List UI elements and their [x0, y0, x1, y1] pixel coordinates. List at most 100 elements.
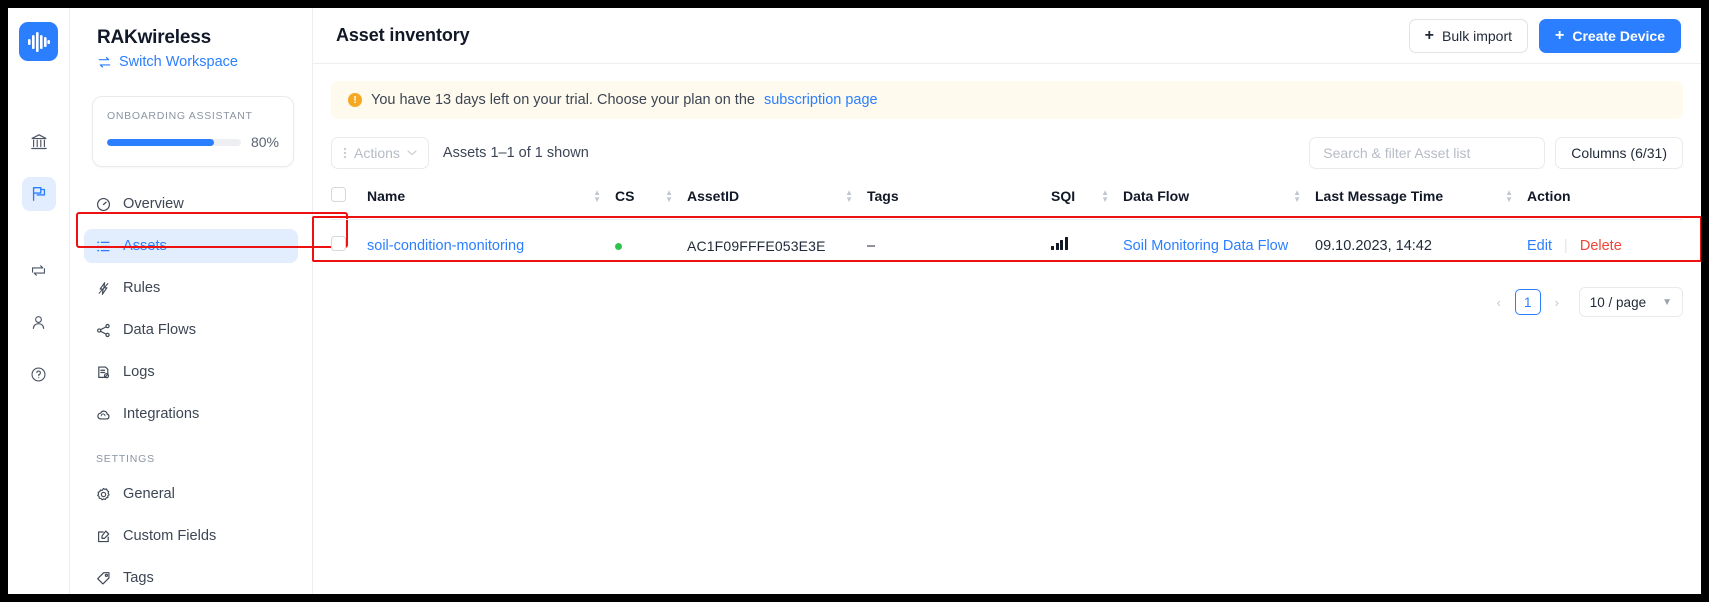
sidebar-item-integrations[interactable]: Integrations	[84, 397, 298, 431]
sidebar-item-general[interactable]: General	[84, 477, 298, 511]
sidebar-item-label: Custom Fields	[123, 528, 217, 544]
sidebar-item-label: General	[123, 486, 175, 502]
onboarding-progress-fill	[107, 138, 215, 146]
cell-last-message-time: 09.10.2023, 14:42	[1315, 237, 1432, 254]
flag-icon	[30, 185, 48, 203]
chevron-down-icon: ▼	[1662, 296, 1672, 308]
swap-arrows-icon	[97, 55, 112, 70]
assets-table: Name ▲ ▼ CS ▲ ▼ AssetID ▲ ▼ Tags SQI ▲ ▼…	[331, 179, 1683, 271]
sidebar-nav: Overview Assets Rules Data Flows Logs In…	[70, 187, 312, 594]
main-content: Asset inventory + Bulk import + Create D…	[312, 8, 1701, 594]
rail-item-help[interactable]	[22, 357, 56, 391]
sidebar: RAKwireless Switch Workspace ONBOARDING …	[70, 8, 348, 594]
checkbox-icon[interactable]	[331, 236, 346, 251]
onboarding-assistant-card[interactable]: ONBOARDING ASSISTANT 80%	[92, 96, 294, 167]
cell-sqi	[1051, 220, 1123, 272]
page-number-1[interactable]: 1	[1514, 289, 1541, 315]
bulk-import-label: Bulk import	[1442, 27, 1513, 44]
select-all-header[interactable]	[331, 179, 367, 220]
sort-arrows-icon[interactable]: ▲ ▼	[1101, 189, 1123, 204]
sidebar-section-settings: SETTINGS	[96, 453, 155, 465]
col-cs-label: CS	[615, 188, 635, 204]
col-assetid[interactable]: AssetID ▲ ▼	[687, 179, 867, 220]
sidebar-item-data-flows[interactable]: Data Flows	[84, 313, 298, 347]
col-action: Action	[1527, 179, 1683, 220]
row-checkbox-cell[interactable]	[331, 220, 367, 272]
sidebar-item-label: Overview	[123, 196, 184, 212]
chevron-down-icon	[407, 150, 417, 156]
page-header: Asset inventory + Bulk import + Create D…	[313, 8, 1701, 64]
edit-link[interactable]: Edit	[1527, 238, 1552, 254]
cloud-icon	[95, 407, 112, 422]
col-data-flow[interactable]: Data Flow ▲ ▼	[1123, 179, 1315, 220]
gauge-icon	[95, 197, 112, 212]
sort-arrows-icon[interactable]: ▲ ▼	[593, 189, 615, 204]
chevron-left-icon[interactable]: ‹	[1491, 295, 1507, 310]
kebab-menu-icon	[343, 146, 347, 160]
sidebar-item-custom-fields[interactable]: Custom Fields	[84, 519, 298, 553]
create-device-label: Create Device	[1572, 27, 1665, 44]
tag-icon	[95, 571, 112, 586]
table-header-row: Name ▲ ▼ CS ▲ ▼ AssetID ▲ ▼ Tags SQI ▲ ▼…	[331, 179, 1683, 220]
sort-arrows-icon[interactable]: ▲ ▼	[1505, 189, 1527, 204]
col-sqi[interactable]: SQI ▲ ▼	[1051, 179, 1123, 220]
asset-name-link[interactable]: soil-condition-monitoring	[367, 238, 524, 254]
app-logo-icon[interactable]	[19, 22, 58, 61]
log-file-icon	[95, 365, 112, 380]
col-sqi-label: SQI	[1051, 188, 1076, 204]
chevron-right-icon[interactable]: ›	[1549, 295, 1565, 310]
search-input[interactable]	[1309, 137, 1546, 169]
page-title: Asset inventory	[336, 25, 470, 45]
checkbox-icon[interactable]	[331, 187, 346, 202]
rail-item-organization[interactable]	[22, 125, 56, 159]
actions-dropdown-button[interactable]: Actions	[331, 137, 429, 169]
col-name[interactable]: Name ▲ ▼	[367, 179, 615, 220]
data-flow-link[interactable]: Soil Monitoring Data Flow	[1123, 238, 1288, 254]
actions-label: Actions	[354, 145, 400, 161]
col-tags[interactable]: Tags	[867, 179, 1051, 220]
page-size-selector[interactable]: 10 / page ▼	[1578, 287, 1683, 317]
list-icon	[95, 239, 112, 254]
onboarding-label: ONBOARDING ASSISTANT	[107, 110, 253, 122]
create-device-button[interactable]: + Create Device	[1539, 18, 1681, 53]
plus-icon: +	[1424, 26, 1434, 44]
cell-data-flow[interactable]: Soil Monitoring Data Flow	[1123, 220, 1315, 272]
onboarding-progress-bar	[107, 138, 241, 146]
columns-label: Columns (6/31)	[1571, 145, 1667, 161]
sidebar-item-assets[interactable]: Assets	[84, 229, 298, 263]
sort-arrows-icon[interactable]: ▲ ▼	[1293, 189, 1315, 204]
sort-arrows-icon[interactable]: ▲ ▼	[665, 189, 687, 204]
sidebar-item-rules[interactable]: Rules	[84, 271, 298, 305]
col-last-message-time[interactable]: Last Message Time ▲ ▼	[1315, 179, 1527, 220]
assets-table-wrapper: Name ▲ ▼ CS ▲ ▼ AssetID ▲ ▼ Tags SQI ▲ ▼…	[312, 179, 1701, 271]
plus-icon: +	[1555, 26, 1565, 44]
rail-item-workspace[interactable]	[21, 177, 56, 211]
sidebar-item-label: Data Flows	[123, 322, 196, 338]
onboarding-percent: 80%	[250, 134, 279, 150]
columns-button[interactable]: Columns (6/31)	[1555, 137, 1683, 169]
delete-link[interactable]: Delete	[1580, 238, 1622, 254]
rail-item-transfer[interactable]	[22, 253, 56, 287]
table-row[interactable]: soil-condition-monitoring AC1F09FFFE053E…	[331, 220, 1683, 272]
status-dot-online	[615, 242, 622, 250]
question-circle-icon	[30, 366, 47, 383]
sidebar-item-logs[interactable]: Logs	[84, 355, 298, 389]
switch-workspace-link[interactable]: Switch Workspace	[70, 52, 312, 70]
gear-icon	[95, 487, 112, 502]
subscription-page-link[interactable]: subscription page	[764, 92, 878, 108]
cell-assetid: AC1F09FFFE053E3E	[687, 237, 826, 254]
sort-arrows-icon[interactable]: ▲ ▼	[845, 189, 867, 204]
sidebar-item-overview[interactable]: Overview	[84, 187, 298, 221]
rail-item-profile[interactable]	[22, 305, 56, 339]
cell-name[interactable]: soil-condition-monitoring	[367, 220, 615, 272]
transfer-icon	[30, 262, 47, 279]
sidebar-item-tags[interactable]: Tags	[84, 561, 298, 594]
cell-action: Edit | Delete	[1527, 220, 1683, 272]
bulk-import-button[interactable]: + Bulk import	[1408, 18, 1529, 53]
signal-bars-icon	[1051, 237, 1068, 250]
col-cs[interactable]: CS ▲ ▼	[615, 179, 687, 220]
exclamation-circle-icon: !	[348, 93, 362, 107]
share-nodes-icon	[95, 323, 112, 338]
sidebar-item-label: Tags	[123, 570, 154, 586]
trial-banner-text: You have 13 days left on your trial. Cho…	[371, 92, 755, 108]
